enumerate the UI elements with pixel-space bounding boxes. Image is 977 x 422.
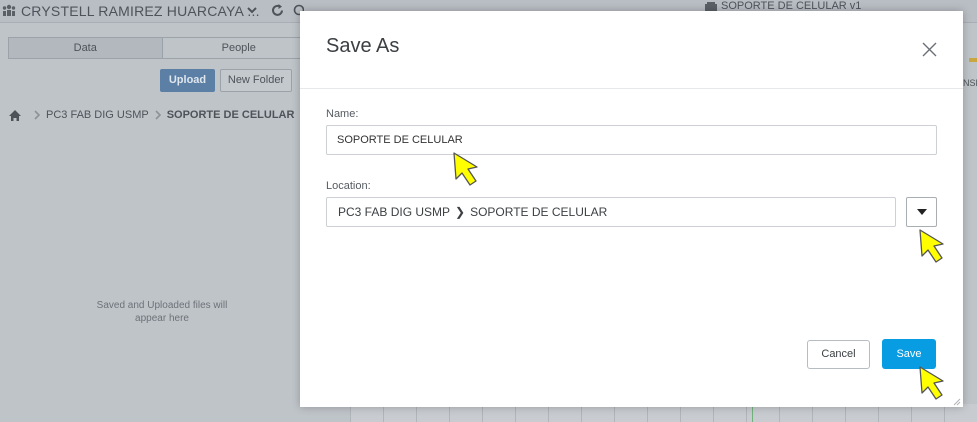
new-folder-button[interactable]: New Folder [220,69,292,92]
dialog-divider [300,88,963,89]
tab-data[interactable]: Data [9,38,163,58]
pointer-arrow-icon [919,366,944,400]
pointer-arrow-icon [453,152,478,186]
location-separator-icon: ❯ [455,205,466,219]
location-label: Location: [326,180,371,192]
breadcrumb: PC3 FAB DIG USMP SOPORTE DE CELULAR [8,107,294,123]
panel-tabs: Data People [8,37,316,59]
name-label: Name: [326,108,359,120]
chevron-right-icon [34,110,41,120]
chevron-down-icon[interactable] [246,4,258,16]
empty-message-line1: Saved and Uploaded files will [96,300,228,311]
caret-down-icon [917,209,927,215]
home-icon[interactable] [8,109,22,122]
ribbon-edge-label: NSF [963,78,977,88]
chevron-right-icon [155,110,161,120]
name-input[interactable] [326,125,937,155]
data-panel: Data People Upload New Folder PC3 FAB DI… [0,23,316,422]
location-dropdown-button[interactable] [906,197,937,227]
breadcrumb-current: SOPORTE DE CELULAR [166,109,295,121]
save-as-dialog: Save As Name: Location: PC3 FAB DIG USMP… [300,11,963,407]
dialog-title: Save As [326,35,400,57]
breadcrumb-parent[interactable]: PC3 FAB DIG USMP [46,109,149,121]
ribbon-edge: NSF [963,52,977,92]
team-name[interactable]: CRYSTELL RAMIREZ HUARCAYA ... [21,3,260,19]
upload-button[interactable]: Upload [160,69,215,92]
refresh-icon[interactable] [270,3,285,18]
empty-message-line2: appear here [135,313,189,324]
pointer-arrow-icon [919,229,944,263]
cancel-button[interactable]: Cancel [807,340,870,369]
empty-state-message: Saved and Uploaded files will appear her… [62,299,262,325]
location-current: SOPORTE DE CELULAR [470,205,608,219]
team-icon [2,4,16,16]
location-parent: PC3 FAB DIG USMP [338,205,451,219]
location-field[interactable]: PC3 FAB DIG USMP ❯ SOPORTE DE CELULAR [326,197,896,227]
tab-people[interactable]: People [163,38,316,58]
close-icon[interactable] [922,42,937,57]
resize-grip-icon[interactable] [952,397,961,406]
